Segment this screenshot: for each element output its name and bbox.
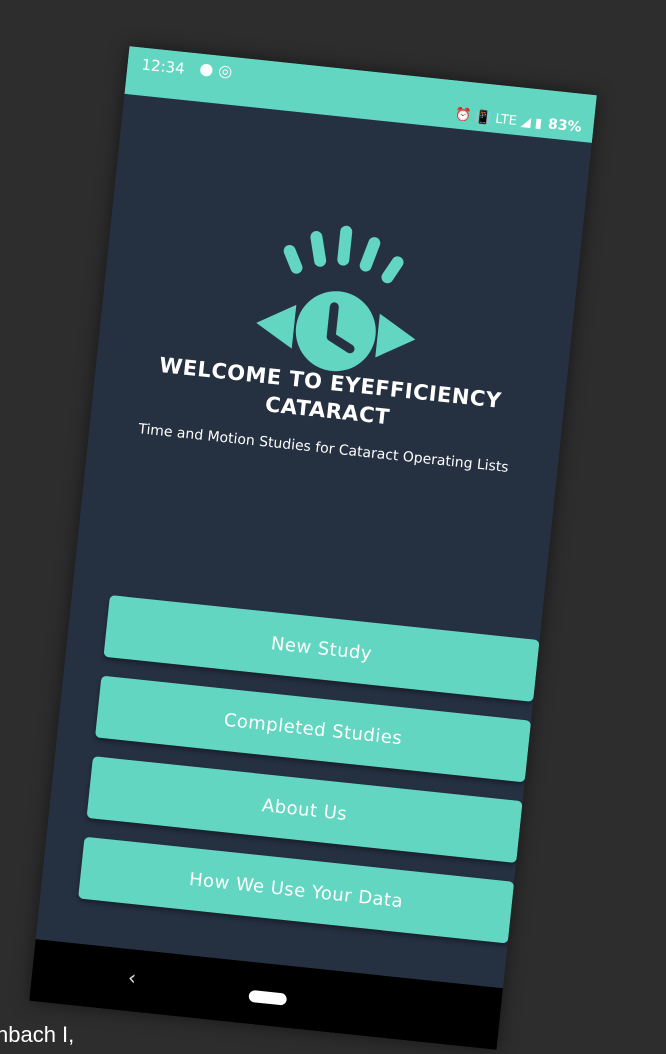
phone-screen: 12:34 ● ◎ ⏰ 📳 LTE ◢ ▮ 83% WELCOME TO EYE…	[29, 46, 597, 1050]
status-bar: 12:34 ● ◎ ⏰ 📳 LTE ◢ ▮ 83%	[124, 46, 597, 143]
navigation-bar: ‹	[29, 939, 504, 1050]
status-indicators: ⏰ 📳 LTE ◢ ▮ 83%	[454, 107, 582, 136]
home-pill-icon[interactable]	[248, 989, 288, 1006]
back-icon[interactable]: ‹	[127, 965, 137, 990]
caption-text: hbach I,	[0, 1022, 75, 1047]
status-time: 12:34	[140, 55, 186, 78]
signal-icons: ⏰ 📳 LTE ◢ ▮	[454, 106, 543, 132]
main-menu: New Study Completed Studies About Us How…	[76, 595, 540, 962]
battery-level: 83%	[547, 116, 583, 136]
notification-icons: ● ◎	[198, 58, 234, 81]
